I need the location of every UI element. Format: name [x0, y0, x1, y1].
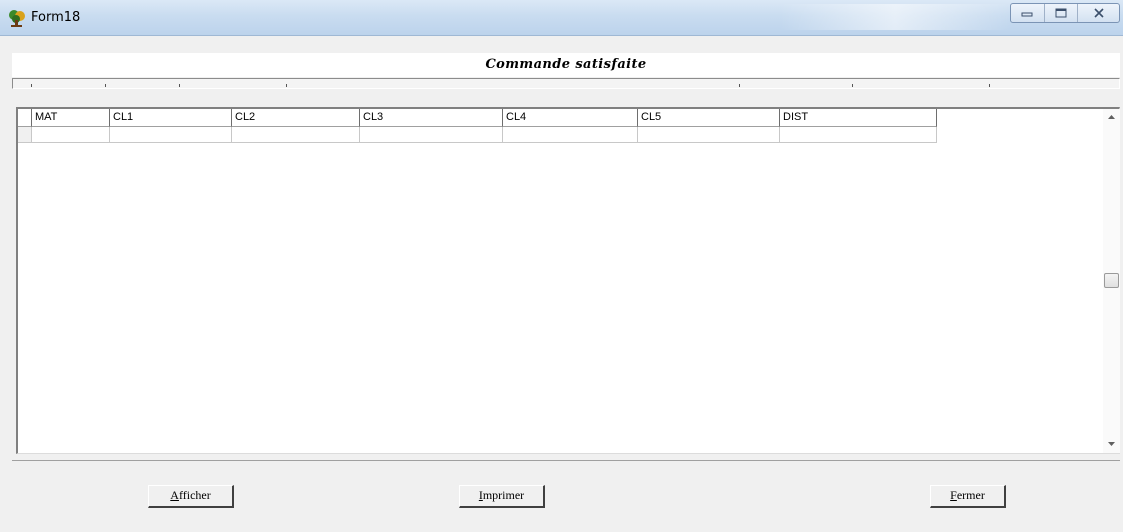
column-header-mat[interactable]: MAT [32, 109, 110, 127]
scroll-down-button[interactable] [1103, 436, 1120, 453]
close-button[interactable] [1078, 4, 1119, 22]
ruler-tick [286, 84, 287, 87]
window-title: Form18 [31, 10, 81, 25]
ruler-tick [179, 84, 180, 87]
data-grid[interactable]: MAT CL1 CL2 CL3 CL4 CL5 DIST [16, 107, 1120, 454]
header-ruler [12, 78, 1120, 89]
minimize-icon [1021, 12, 1033, 17]
column-header-cl1[interactable]: CL1 [110, 109, 232, 127]
fermer-button[interactable]: Fermer [930, 485, 1006, 508]
minimize-button[interactable] [1011, 4, 1045, 22]
table-cell[interactable] [360, 127, 503, 143]
imprimer-button[interactable]: Imprimer [459, 485, 545, 508]
maximize-button[interactable] [1045, 4, 1079, 22]
afficher-label: fficher [178, 488, 211, 502]
ruler-tick [105, 84, 106, 87]
table-cell[interactable] [32, 127, 110, 143]
table-cell[interactable] [232, 127, 360, 143]
app-tree-icon[interactable] [8, 9, 26, 27]
table-cell[interactable] [638, 127, 780, 143]
scroll-thumb[interactable] [1104, 273, 1119, 288]
fermer-label: ermer [956, 488, 985, 502]
row-indicator-cell[interactable] [18, 127, 32, 143]
caption-panel: Commande satisfaite [12, 53, 1120, 77]
grid-header-row: MAT CL1 CL2 CL3 CL4 CL5 DIST [18, 109, 937, 127]
column-header-dist[interactable]: DIST [780, 109, 937, 127]
ruler-tick [852, 84, 853, 87]
column-header-cl4[interactable]: CL4 [503, 109, 638, 127]
afficher-button[interactable]: Afficher [148, 485, 234, 508]
maximize-icon [1055, 8, 1067, 18]
vertical-scrollbar[interactable] [1103, 109, 1120, 453]
ruler-tick [989, 84, 990, 87]
table-row[interactable] [18, 127, 937, 143]
imprimer-label: mprimer [482, 488, 525, 502]
table-cell[interactable] [503, 127, 638, 143]
column-header-cl2[interactable]: CL2 [232, 109, 360, 127]
table-cell[interactable] [110, 127, 232, 143]
caption-text: Commande satisfaite [485, 57, 647, 72]
grid-corner-cell [18, 109, 32, 127]
fermer-mnemonic: F [950, 488, 957, 502]
ruler-tick [31, 84, 32, 87]
window-controls [1010, 3, 1120, 23]
table-cell[interactable] [780, 127, 937, 143]
arrow-down-icon [1108, 442, 1115, 446]
ruler-tick [739, 84, 740, 87]
arrow-up-icon [1108, 115, 1115, 119]
scroll-up-button[interactable] [1103, 109, 1120, 126]
column-header-cl5[interactable]: CL5 [638, 109, 780, 127]
column-header-cl3[interactable]: CL3 [360, 109, 503, 127]
close-icon [1094, 8, 1104, 18]
title-bar[interactable]: Form18 [0, 0, 1123, 36]
afficher-mnemonic: A [170, 488, 179, 502]
button-panel: Afficher Imprimer Fermer [12, 460, 1120, 530]
title-bar-glow [780, 4, 1010, 30]
